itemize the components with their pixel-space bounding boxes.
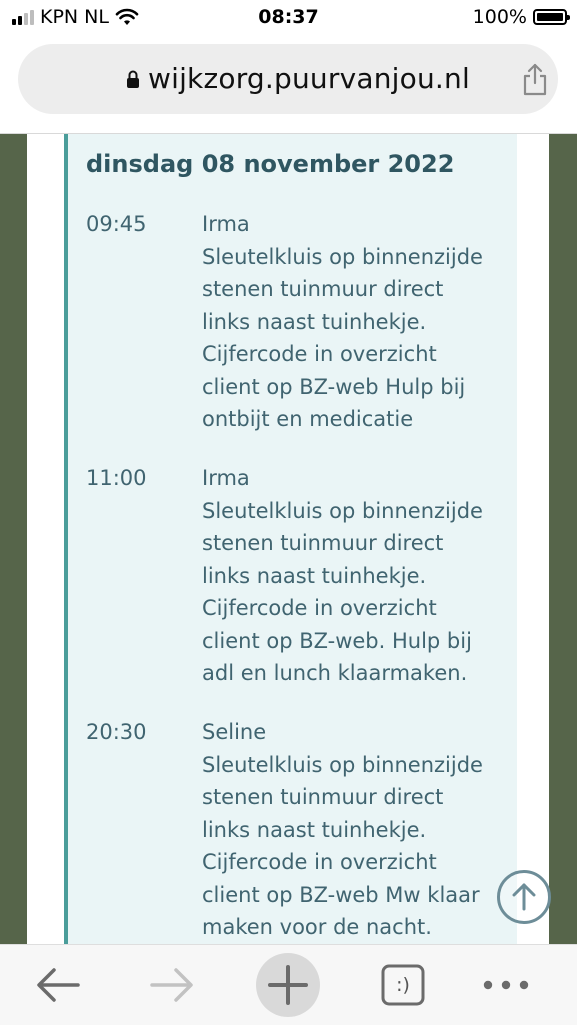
- status-right: 100%: [472, 6, 570, 28]
- page-content: dinsdag 08 november 2022 09:45 Irma Sleu…: [27, 134, 549, 945]
- share-icon[interactable]: [521, 62, 549, 96]
- appointment-note-line: adl en lunch klaarmaken.: [202, 661, 468, 685]
- appointment-note-line: Cijfercode in overzicht: [202, 596, 437, 620]
- browser-toolbar: :): [0, 944, 577, 1025]
- appointment-note-line: links naast tuinhekje.: [202, 817, 427, 842]
- back-arrow-icon: [37, 968, 80, 1002]
- appointment-note-line: Sleutelkluis op binnenzijde: [202, 498, 483, 523]
- new-tab-button[interactable]: [256, 953, 320, 1017]
- appointment-note-line: stenen tuinmuur direct: [202, 531, 444, 555]
- appointment-details: Irma Sleutelkluis op binnenzijde stenen …: [202, 462, 514, 690]
- caregiver-name: Seline: [202, 720, 267, 744]
- address-bar[interactable]: wijkzorg.puurvanjou.nl: [18, 44, 558, 114]
- appointment-note-line: Cijfercode in overzicht: [202, 342, 437, 366]
- caregiver-name: Irma: [202, 466, 250, 490]
- back-button[interactable]: [30, 945, 86, 1025]
- caregiver-name: Irma: [202, 212, 250, 236]
- scroll-to-top-button[interactable]: [497, 870, 551, 924]
- appointment-note-line: Cijfercode in overzicht: [202, 850, 437, 874]
- more-icon: [483, 980, 529, 990]
- appointment-note-line: maken voor de nacht.: [202, 915, 432, 939]
- tabs-button[interactable]: :): [380, 945, 428, 1025]
- lock-icon: [127, 70, 139, 88]
- appointment-note-line: links naast tuinhekje.: [202, 309, 427, 334]
- appointment-time: 20:30: [86, 720, 147, 744]
- appointment-note-line: client op BZ-web Hulp bij: [202, 374, 466, 399]
- arrow-up-icon: [512, 883, 536, 911]
- schedule-card: dinsdag 08 november 2022 09:45 Irma Sleu…: [64, 134, 517, 945]
- appointment-details: Irma Sleutelkluis op binnenzijde stenen …: [202, 208, 514, 436]
- appointment-note-line: links naast tuinhekje.: [202, 563, 427, 588]
- more-button[interactable]: [480, 945, 536, 1025]
- tabs-count-label: :): [396, 974, 410, 996]
- appointment-note-line: Sleutelkluis op binnenzijde: [202, 752, 483, 777]
- appointment-details: Seline Sleutelkluis op binnenzijde stene…: [202, 716, 514, 944]
- forward-button[interactable]: [144, 945, 200, 1025]
- appointment-time: 09:45: [86, 212, 147, 236]
- appointment-note-line: stenen tuinmuur direct: [202, 277, 444, 301]
- url-text: wijkzorg.puurvanjou.nl: [148, 62, 470, 95]
- appointment-note-line: ontbijt en medicatie: [202, 407, 414, 431]
- new-tab-plus-icon: [268, 965, 308, 1005]
- forward-arrow-icon: [150, 968, 193, 1002]
- appointment-note-line: Sleutelkluis op binnenzijde: [202, 244, 483, 269]
- appointment-note-line: client op BZ-web. Hulp bij: [202, 628, 472, 653]
- appointment-time: 11:00: [86, 466, 147, 490]
- appointment-note-line: stenen tuinmuur direct: [202, 785, 444, 809]
- status-bar: KPN NL 08:37 100%: [0, 0, 577, 38]
- schedule-date: dinsdag 08 november 2022: [86, 150, 455, 178]
- battery-percentage: 100%: [472, 6, 527, 28]
- appointment-note-line: client op BZ-web Mw klaar: [202, 882, 480, 907]
- battery-icon: [533, 9, 570, 25]
- web-viewport[interactable]: dinsdag 08 november 2022 09:45 Irma Sleu…: [0, 133, 577, 945]
